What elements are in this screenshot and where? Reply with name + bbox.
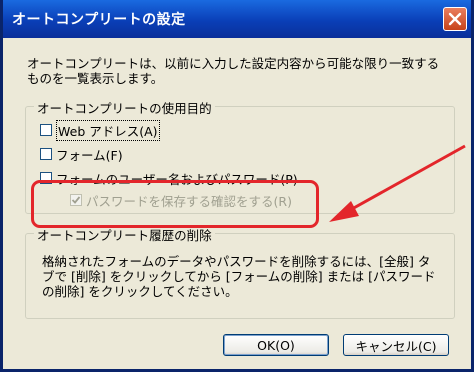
annotation-arrow-icon [329,144,466,222]
autocomplete-settings-dialog: オートコンプリートの設定 オートコンプリートは、以前に入力した設定内容から可能な… [0,0,474,372]
